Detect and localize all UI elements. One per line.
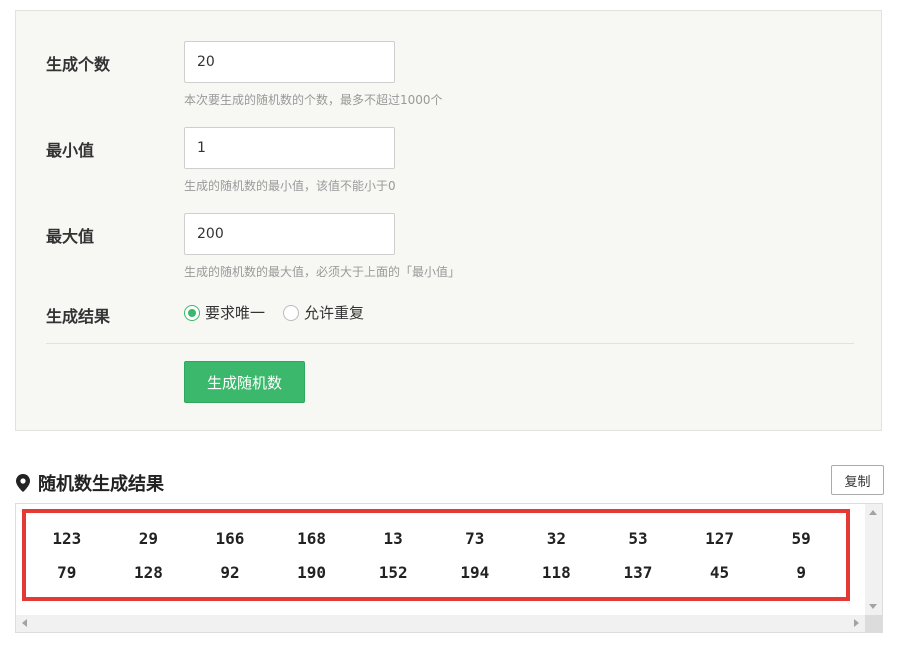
scroll-down-arrow-icon[interactable] [869, 604, 877, 609]
count-hint: 本次要生成的随机数的个数，最多不超过1000个 [184, 93, 443, 107]
result-mode-label: 生成结果 [46, 307, 111, 326]
results-row-1: 123 29 166 168 13 73 32 53 127 59 [26, 529, 842, 548]
result-number: 194 [460, 563, 490, 582]
results-highlight-frame: 123 29 166 168 13 73 32 53 127 59 79 128… [22, 509, 850, 601]
count-label: 生成个数 [46, 55, 111, 74]
result-number: 127 [705, 529, 734, 548]
radio-allow-repeat-label: 允许重复 [304, 304, 365, 322]
result-number: 123 [52, 529, 82, 548]
generate-button[interactable]: 生成随机数 [184, 361, 305, 403]
radio-allow-repeat[interactable]: 允许重复 [283, 302, 364, 323]
scrollbar-corner [865, 615, 882, 632]
result-number: 79 [57, 563, 77, 582]
map-pin-icon [16, 474, 30, 492]
results-header: 随机数生成结果 [16, 470, 164, 496]
radio-unchecked-icon[interactable] [283, 304, 300, 321]
horizontal-scrollbar[interactable] [16, 615, 865, 632]
result-number: 32 [546, 529, 566, 548]
min-hint: 生成的随机数的最小值，该值不能小于0 [184, 179, 396, 193]
result-number: 13 [383, 529, 403, 548]
results-output-box[interactable]: 123 29 166 168 13 73 32 53 127 59 79 128… [15, 503, 883, 633]
result-number: 152 [378, 563, 408, 582]
result-number: 73 [465, 529, 485, 548]
generator-form-panel: 生成个数 本次要生成的随机数的个数，最多不超过1000个 最小值 生成的随机数的… [15, 10, 882, 431]
min-input[interactable] [184, 127, 395, 169]
radio-unique[interactable]: 要求唯一 [184, 302, 265, 323]
radio-unique-label: 要求唯一 [205, 304, 266, 322]
results-title: 随机数生成结果 [38, 474, 164, 495]
scroll-right-arrow-icon[interactable] [854, 619, 859, 627]
scroll-left-arrow-icon[interactable] [22, 619, 27, 627]
result-number: 92 [220, 563, 240, 582]
radio-checked-icon[interactable] [184, 304, 200, 321]
result-number: 137 [623, 563, 653, 582]
result-number: 190 [297, 563, 327, 582]
result-number: 29 [138, 529, 159, 548]
result-number: 118 [541, 563, 571, 582]
result-number: 168 [297, 529, 327, 548]
max-input[interactable] [184, 213, 395, 255]
result-number: 9 [796, 563, 806, 582]
min-label: 最小值 [46, 141, 95, 160]
results-row-2: 79 128 92 190 152 194 118 137 45 9 [26, 563, 842, 582]
result-number: 59 [791, 529, 811, 548]
result-number: 53 [628, 529, 648, 548]
copy-button[interactable]: 复制 [831, 465, 884, 495]
max-label: 最大值 [46, 227, 95, 246]
max-hint: 生成的随机数的最大值，必须大于上面的「最小值」 [184, 265, 461, 279]
vertical-scrollbar[interactable] [865, 504, 882, 615]
scroll-up-arrow-icon[interactable] [869, 510, 877, 515]
form-divider [46, 343, 854, 344]
result-number: 45 [709, 563, 730, 582]
count-input[interactable] [184, 41, 395, 83]
result-mode-radio-group: 要求唯一 允许重复 [184, 302, 382, 323]
result-number: 128 [133, 563, 163, 582]
result-number: 166 [215, 529, 245, 548]
